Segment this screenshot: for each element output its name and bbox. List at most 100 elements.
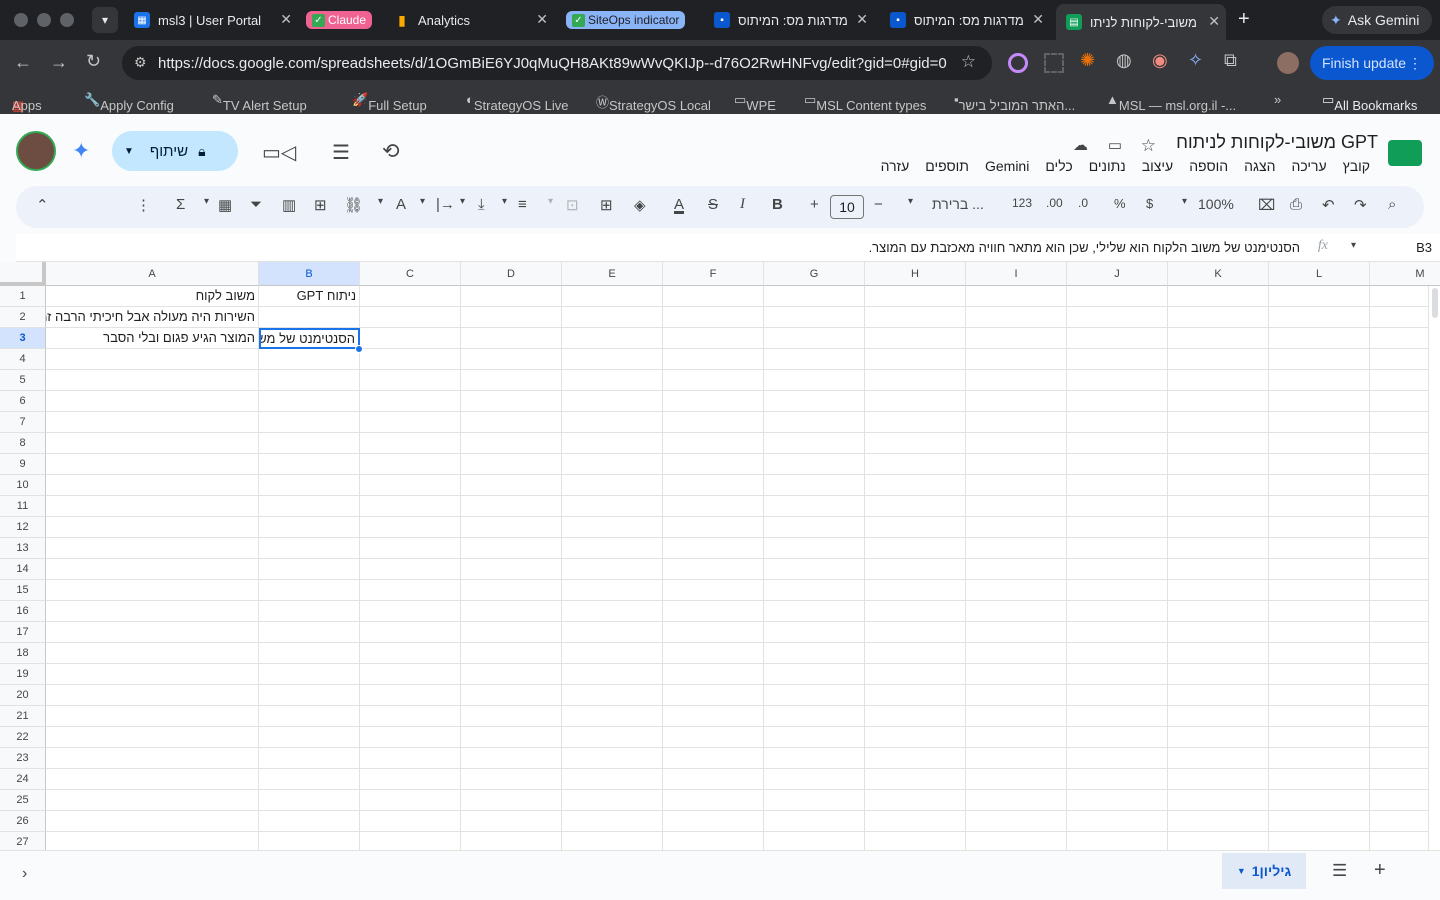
grid-cell[interactable] bbox=[764, 349, 865, 370]
grid-cell[interactable] bbox=[1168, 706, 1269, 727]
grid-cell[interactable] bbox=[764, 748, 865, 769]
grid-cell[interactable] bbox=[562, 706, 663, 727]
grid-cell[interactable] bbox=[1067, 517, 1168, 538]
column-header-k[interactable]: K bbox=[1168, 262, 1269, 286]
grid-cell[interactable] bbox=[562, 286, 663, 307]
grid-cell[interactable] bbox=[46, 559, 259, 580]
grid-cell[interactable] bbox=[966, 391, 1067, 412]
grid-cell[interactable] bbox=[1067, 664, 1168, 685]
back-icon[interactable]: ← bbox=[14, 52, 32, 73]
grid-cell[interactable] bbox=[259, 370, 360, 391]
grid-cell[interactable] bbox=[461, 748, 562, 769]
row-header[interactable]: 22 bbox=[0, 727, 46, 748]
puzzle-icon[interactable]: ⧉ bbox=[1224, 50, 1237, 71]
grid-cell[interactable] bbox=[663, 391, 764, 412]
tab-tax-2[interactable]: ▪ מדרגות מס: המיתוס ✕ bbox=[882, 6, 1050, 34]
column-header-f[interactable]: F bbox=[663, 262, 764, 286]
grid-cell[interactable] bbox=[1067, 307, 1168, 328]
grid-cell[interactable] bbox=[1168, 307, 1269, 328]
grid-cell[interactable] bbox=[663, 433, 764, 454]
grid-cell[interactable] bbox=[1269, 412, 1370, 433]
grid-cell[interactable] bbox=[865, 559, 966, 580]
grid-cell[interactable] bbox=[259, 664, 360, 685]
row-header[interactable]: 11 bbox=[0, 496, 46, 517]
all-sheets-icon[interactable]: ☰ bbox=[1332, 861, 1347, 881]
grid-cell[interactable] bbox=[663, 664, 764, 685]
grid-cell[interactable] bbox=[1168, 790, 1269, 811]
row-header[interactable]: 26 bbox=[0, 811, 46, 832]
grid-cell[interactable] bbox=[966, 664, 1067, 685]
grid-cell[interactable] bbox=[1067, 580, 1168, 601]
bookmark-msl-content[interactable]: ▭ MSL Content types bbox=[804, 92, 926, 113]
row-header[interactable]: 17 bbox=[0, 622, 46, 643]
decrease-font-icon[interactable]: − bbox=[874, 196, 883, 213]
grid-cell[interactable] bbox=[966, 433, 1067, 454]
close-window-dot[interactable] bbox=[14, 13, 28, 27]
grid-cell[interactable] bbox=[461, 454, 562, 475]
grid-cell[interactable] bbox=[1269, 475, 1370, 496]
column-header-h[interactable]: H bbox=[865, 262, 966, 286]
grid-cell[interactable] bbox=[562, 748, 663, 769]
grid-cell[interactable] bbox=[764, 496, 865, 517]
grid-cell[interactable] bbox=[46, 580, 259, 601]
grid-cell[interactable] bbox=[865, 706, 966, 727]
chart-icon[interactable]: ▥ bbox=[282, 196, 296, 214]
grid-cell[interactable] bbox=[764, 328, 865, 349]
cell-a3[interactable]: המוצר הגיע פגום ובלי הסבר bbox=[46, 328, 259, 349]
currency-format-button[interactable]: $ bbox=[1146, 196, 1153, 211]
grid-cell[interactable] bbox=[764, 475, 865, 496]
grid-cell[interactable] bbox=[46, 517, 259, 538]
grid-cell[interactable] bbox=[46, 832, 259, 850]
grid-cell[interactable] bbox=[360, 685, 461, 706]
grid-cell[interactable] bbox=[966, 475, 1067, 496]
fill-color-icon[interactable]: ◈ bbox=[634, 196, 646, 214]
grid-cell[interactable] bbox=[562, 538, 663, 559]
address-bar[interactable]: ⚙ https://docs.google.com/spreadsheets/d… bbox=[122, 46, 992, 80]
grid-cell[interactable] bbox=[46, 601, 259, 622]
grid-cell[interactable] bbox=[764, 286, 865, 307]
formula-input[interactable]: הסנטימנט של משוב הלקוח הוא שלילי, שכן הו… bbox=[869, 240, 1300, 255]
grid-cell[interactable] bbox=[663, 706, 764, 727]
dropdown-icon[interactable]: ▾ bbox=[420, 196, 425, 207]
row-header[interactable]: 2 bbox=[0, 307, 46, 328]
share-button[interactable]: ▼ שיתוף 🔒︎ bbox=[112, 131, 238, 171]
row-header[interactable]: 4 bbox=[0, 349, 46, 370]
reload-icon[interactable]: ↻ bbox=[86, 51, 101, 72]
more-options-icon[interactable]: ⋮ bbox=[136, 196, 151, 214]
row-header[interactable]: 9 bbox=[0, 454, 46, 475]
grid-cell[interactable] bbox=[1067, 391, 1168, 412]
grid-cell[interactable] bbox=[1168, 811, 1269, 832]
redo-icon[interactable]: ↷ bbox=[1354, 196, 1367, 214]
grid-cell[interactable] bbox=[663, 496, 764, 517]
strikethrough-icon[interactable]: S bbox=[708, 196, 718, 213]
grid-cell[interactable] bbox=[764, 664, 865, 685]
grid-cell[interactable] bbox=[259, 706, 360, 727]
grid-cell[interactable] bbox=[663, 454, 764, 475]
more-formats-button[interactable]: 123 bbox=[1012, 196, 1032, 210]
meet-icon[interactable]: ▭◁ bbox=[262, 140, 296, 165]
grid-cell[interactable] bbox=[461, 727, 562, 748]
grid-cell[interactable] bbox=[1168, 748, 1269, 769]
table-icon[interactable]: ▦ bbox=[218, 196, 232, 214]
grid-cell[interactable] bbox=[46, 622, 259, 643]
grid-cell[interactable] bbox=[1067, 811, 1168, 832]
search-icon[interactable]: ⌕ bbox=[1388, 196, 1396, 213]
column-header-b[interactable]: B bbox=[259, 262, 360, 286]
grid-cell[interactable] bbox=[461, 433, 562, 454]
grid-cell[interactable] bbox=[1067, 643, 1168, 664]
row-header[interactable]: 12 bbox=[0, 517, 46, 538]
row-header[interactable]: 5 bbox=[0, 370, 46, 391]
row-header[interactable]: 21 bbox=[0, 706, 46, 727]
grid-cell[interactable] bbox=[1269, 328, 1370, 349]
paint-format-icon[interactable]: ⌧ bbox=[1258, 196, 1275, 214]
filter-icon[interactable]: ⏷ bbox=[250, 196, 262, 213]
grid-cell[interactable] bbox=[46, 790, 259, 811]
dropdown-icon[interactable]: ▾ bbox=[204, 196, 209, 207]
extension-icon[interactable]: ◍ bbox=[1116, 50, 1132, 71]
grid-cell[interactable] bbox=[1168, 832, 1269, 850]
grid-cell[interactable] bbox=[764, 790, 865, 811]
grid-cell[interactable] bbox=[46, 769, 259, 790]
maximize-window-dot[interactable] bbox=[60, 13, 74, 27]
grid-cell[interactable] bbox=[1067, 601, 1168, 622]
grid-cell[interactable] bbox=[46, 433, 259, 454]
